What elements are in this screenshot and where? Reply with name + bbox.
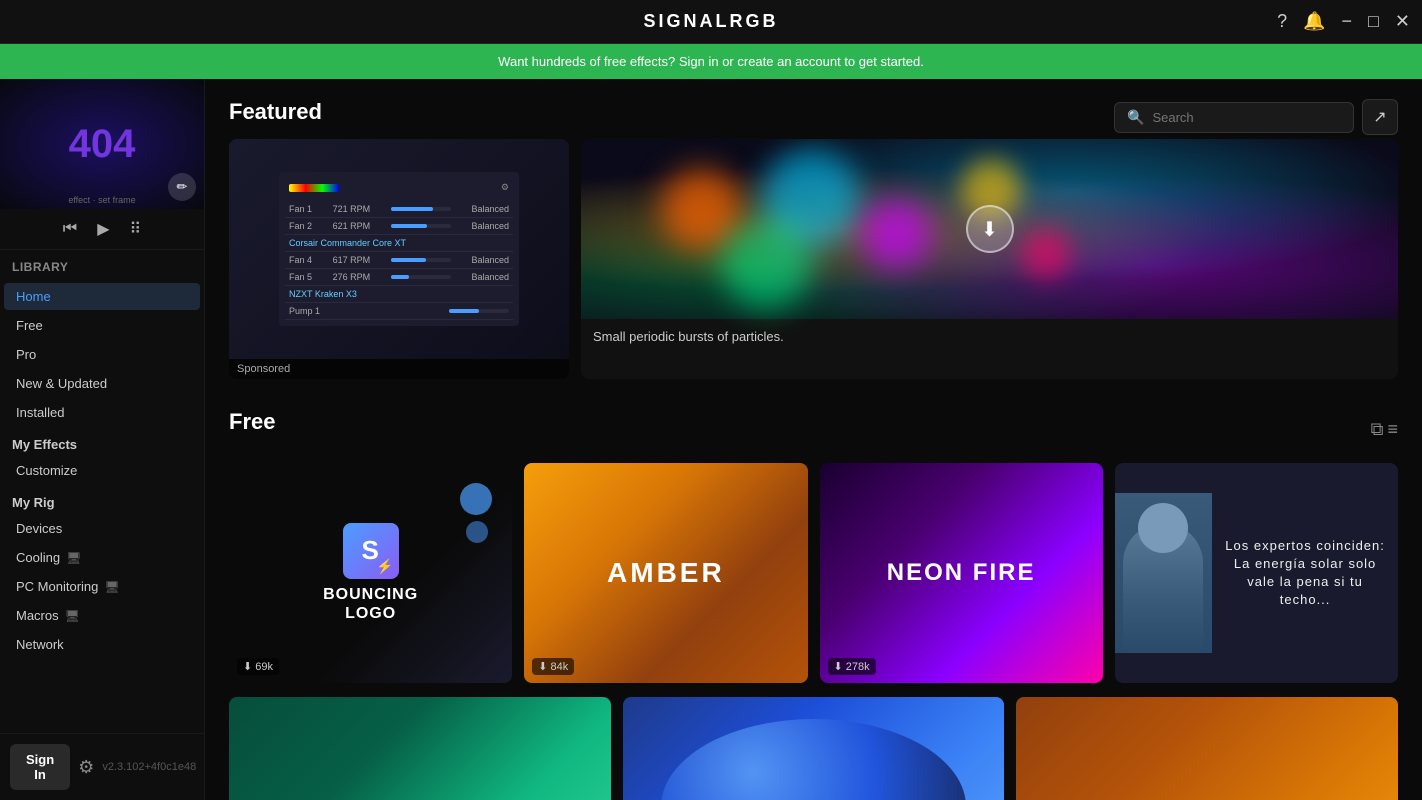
library-title: Library (12, 260, 192, 274)
effect-card-amber[interactable]: AMBER ⬇ 84k (524, 463, 807, 683)
orange-particles-bg (1016, 697, 1398, 800)
search-area: 🔍 ↗ (1114, 99, 1398, 135)
filter-icon: ⧉ (1371, 419, 1384, 440)
fan-dashboard: ⚙ Fan 1721 RPM Balanced Fan 2621 RPM Bal… (279, 172, 519, 326)
sidebar-item-cooling[interactable]: Cooling 🖥 (4, 544, 200, 571)
bell-icon[interactable]: 🔔 (1303, 11, 1325, 32)
sidebar-item-free[interactable]: Free (4, 312, 200, 339)
neon-fire-count: ⬇ 278k (828, 658, 876, 675)
amber-count: ⬇ 84k (532, 658, 574, 675)
featured-download-button[interactable]: ⬇ (966, 205, 1014, 253)
window-controls: ? 🔔 − □ ✕ (1277, 11, 1410, 32)
effect-card-blue[interactable] (623, 697, 1005, 800)
sidebar-item-devices[interactable]: Devices (4, 515, 200, 542)
sponsor-label: Sponsored (229, 359, 569, 379)
playback-controls: ⏮ ▶ ⠿ (0, 209, 204, 250)
free-effects-grid: S⚡ BOUNCINGLOGO ⬇ 69k AMBER ⬇ 84k NEON F… (229, 463, 1398, 683)
macros-icon: 🖥 (65, 609, 80, 623)
bouncing-circles (460, 483, 492, 543)
grid-view-button[interactable]: ⠿ (130, 219, 142, 239)
amber-bg: AMBER (524, 463, 807, 683)
sidebar-item-installed[interactable]: Installed (4, 399, 200, 426)
edit-preview-button[interactable]: ✏ (168, 173, 196, 201)
preview-effect-sublabel: effect · set frame (68, 195, 135, 205)
fan-row-1: Fan 1721 RPM Balanced (285, 201, 513, 218)
sidebar-item-pc-monitoring[interactable]: PC Monitoring 🖥 (4, 573, 200, 600)
pc-monitoring-icon: 🖥 (104, 580, 119, 594)
sponsor-image: ⚙ Fan 1721 RPM Balanced Fan 2621 RPM Bal… (229, 139, 569, 359)
featured-main-card[interactable]: ⬇ Small periodic bursts of particles. (581, 139, 1398, 379)
sign-in-button[interactable]: Sign In (10, 744, 70, 790)
settings-icon[interactable]: ⚙ (78, 757, 94, 778)
search-icon: 🔍 (1127, 109, 1144, 126)
search-box[interactable]: 🔍 (1114, 102, 1354, 133)
sidebar-bottom: Sign In ⚙ v2.3.102+4f0c1e48 (0, 733, 204, 800)
my-effects-title: My Effects (0, 427, 204, 456)
second-row-grid (229, 697, 1398, 800)
free-section-header: Free ⧉ ≡ (229, 409, 1398, 449)
maximize-icon[interactable]: □ (1368, 11, 1379, 32)
fan-row-2: Fan 2621 RPM Balanced (285, 218, 513, 235)
neon-fire-title: NEON FIRE (887, 559, 1036, 587)
green-forest-bg (229, 697, 611, 800)
bouncing-logo-content: S⚡ BOUNCINGLOGO (323, 523, 418, 623)
featured-grid: ⚙ Fan 1721 RPM Balanced Fan 2621 RPM Bal… (229, 139, 1398, 379)
my-rig-title: My Rig (0, 485, 204, 514)
cooling-icon: 🖥 (66, 551, 81, 565)
sidebar: 404 effect · set frame ✏ ⏮ ▶ ⠿ Library H… (0, 79, 205, 800)
version-label: v2.3.102+4f0c1e48 (102, 761, 196, 773)
sidebar-item-home[interactable]: Home (4, 283, 200, 310)
titlebar: SIGNALRGB ? 🔔 − □ ✕ (0, 0, 1422, 44)
effect-card-ad[interactable]: Los expertos coinciden: La energía solar… (1115, 463, 1398, 683)
effect-card-bouncing-logo[interactable]: S⚡ BOUNCINGLOGO ⬇ 69k (229, 463, 512, 683)
sidebar-item-pro[interactable]: Pro (4, 341, 200, 368)
signup-banner: Want hundreds of free effects? Sign in o… (0, 44, 1422, 79)
sidebar-item-macros[interactable]: Macros 🖥 (4, 602, 200, 629)
amber-title: AMBER (607, 557, 725, 589)
filter-button[interactable]: ⧉ ≡ (1371, 419, 1398, 440)
effect-card-green[interactable] (229, 697, 611, 800)
featured-main-description: Small periodic bursts of particles. (581, 319, 1398, 354)
free-section-title: Free (229, 409, 275, 435)
main-content: 🔍 ↗ Featured ⚙ Fan 1721 RPM (205, 79, 1422, 800)
fan-row-4: Fan 4617 RPM Balanced (285, 252, 513, 269)
featured-main-bg: ⬇ (581, 139, 1398, 319)
bouncing-logo-bg: S⚡ BOUNCINGLOGO (229, 463, 512, 683)
filter-label: ≡ (1387, 419, 1398, 440)
app-logo: SIGNALRGB (644, 11, 779, 32)
prev-track-button[interactable]: ⏮ (63, 220, 77, 238)
open-external-button[interactable]: ↗ (1362, 99, 1398, 135)
fan-row-pump: Pump 1 (285, 303, 513, 320)
search-input[interactable] (1152, 110, 1341, 125)
effect-card-orange[interactable] (1016, 697, 1398, 800)
minimize-icon[interactable]: − (1342, 11, 1353, 32)
main-layout: 404 effect · set frame ✏ ⏮ ▶ ⠿ Library H… (0, 79, 1422, 800)
ad-image (1115, 493, 1212, 653)
ad-person (1115, 493, 1212, 653)
sidebar-item-customize[interactable]: Customize (4, 457, 200, 484)
ad-text: Los expertos coinciden: La energía solar… (1212, 527, 1398, 620)
neon-fire-bg: NEON FIRE (820, 463, 1103, 683)
play-button[interactable]: ▶ (97, 219, 109, 239)
sidebar-item-new-updated[interactable]: New & Updated (4, 370, 200, 397)
blue-abstract-bg (623, 697, 1005, 800)
sidebar-item-network[interactable]: Network (4, 631, 200, 658)
help-icon[interactable]: ? (1277, 11, 1287, 32)
fan-row-5: Fan 5276 RPM Balanced (285, 269, 513, 286)
ad-card-bg: Los expertos coinciden: La energía solar… (1115, 463, 1398, 683)
bouncing-logo-count: ⬇ 69k (237, 658, 279, 675)
library-section: Library (0, 250, 204, 282)
close-icon[interactable]: ✕ (1395, 11, 1410, 32)
effect-preview: 404 effect · set frame ✏ (0, 79, 204, 209)
effect-card-neon-fire[interactable]: NEON FIRE ⬇ 278k (820, 463, 1103, 683)
preview-404: 404 (69, 122, 136, 167)
featured-sponsor-card[interactable]: ⚙ Fan 1721 RPM Balanced Fan 2621 RPM Bal… (229, 139, 569, 379)
